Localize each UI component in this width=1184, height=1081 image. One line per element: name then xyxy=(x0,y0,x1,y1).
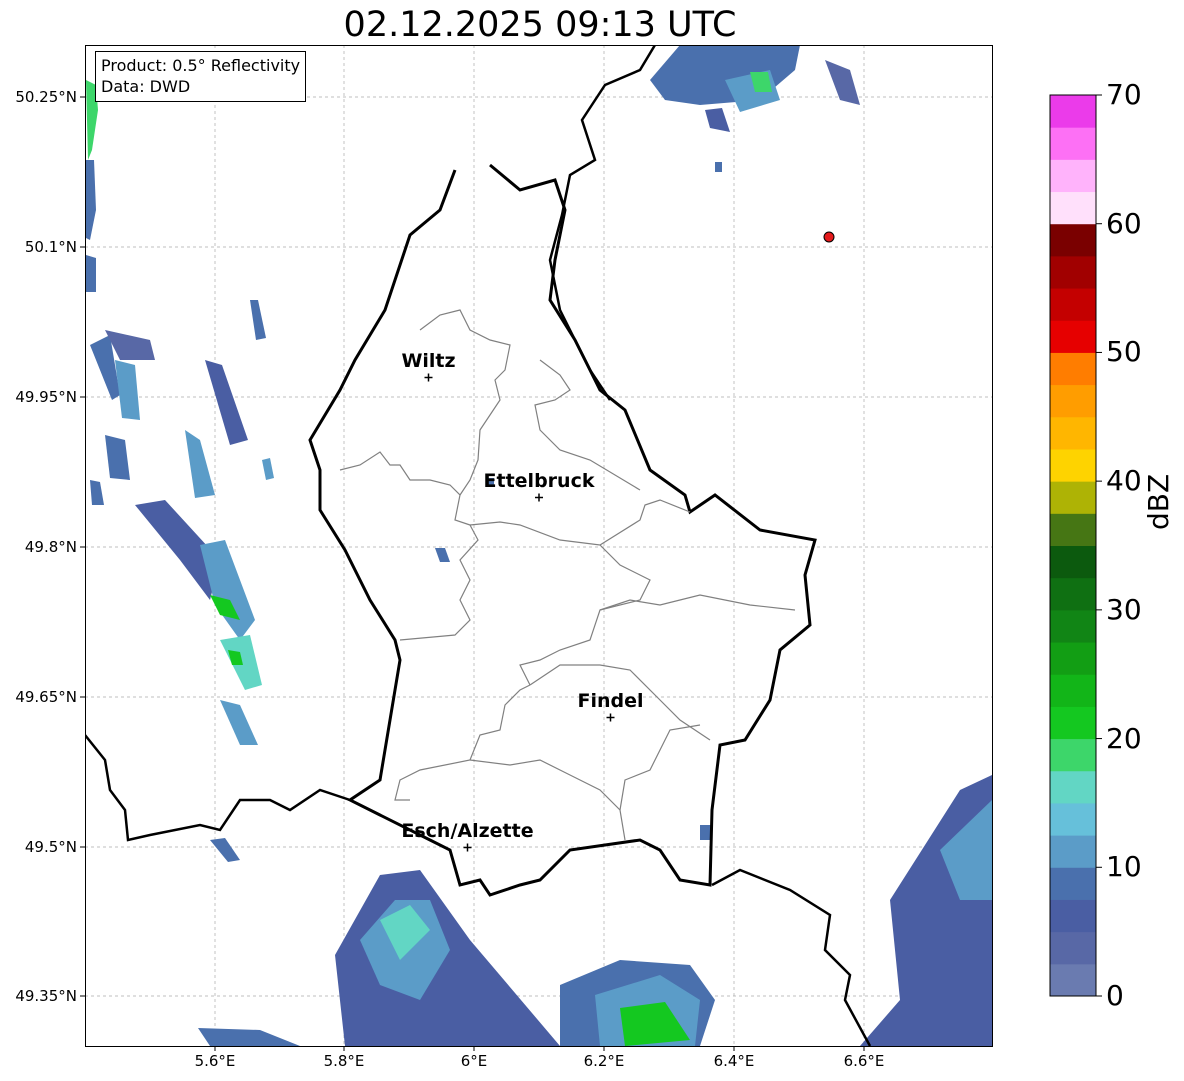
colorbar-segment xyxy=(1050,577,1096,611)
y-axis-ticks xyxy=(80,96,85,997)
colorbar-segment xyxy=(1050,127,1096,160)
colorbar-segment xyxy=(1050,159,1096,193)
colorbar-segment xyxy=(1050,899,1096,933)
colorbar-label: 0 xyxy=(1106,979,1124,1012)
colorbar-segment xyxy=(1050,802,1096,836)
colorbar-segment xyxy=(1050,223,1096,257)
border-east xyxy=(548,45,657,401)
colorbar-unit-label: dBZ xyxy=(1142,473,1175,530)
colorbar-segment xyxy=(1050,95,1096,128)
colorbar-segment xyxy=(1050,448,1096,482)
city-label: Esch/Alzette xyxy=(401,819,534,842)
colorbar-label: 30 xyxy=(1106,592,1142,626)
colorbar-label: 40 xyxy=(1106,464,1142,498)
colorbar-segment xyxy=(1050,867,1096,900)
city-label: Ettelbruck xyxy=(483,469,595,492)
colorbar xyxy=(1049,94,1102,997)
colorbar-segment xyxy=(1050,191,1096,225)
colorbar-label: 50 xyxy=(1106,335,1142,369)
city-marker xyxy=(535,493,543,502)
city-marker xyxy=(606,713,615,722)
colorbar-segment xyxy=(1050,513,1096,546)
city-marker xyxy=(463,843,472,852)
city-marker xyxy=(424,373,433,382)
colorbar-segment xyxy=(1050,770,1096,804)
x-tick-label: 5.6°E xyxy=(194,1052,236,1070)
colorbar-label: 60 xyxy=(1106,206,1142,240)
colorbar-segment xyxy=(1050,416,1096,450)
radar-map[interactable] xyxy=(0,0,1184,1081)
colorbar-segment xyxy=(1050,706,1096,740)
x-tick-label: 6°E xyxy=(460,1052,488,1070)
y-tick-label: 49.5°N xyxy=(24,838,77,856)
colorbar-label: 70 xyxy=(1106,78,1142,111)
x-tick-label: 6.4°E xyxy=(713,1052,755,1070)
y-tick-label: 50.25°N xyxy=(15,88,77,106)
x-tick-label: 6.6°E xyxy=(843,1052,885,1070)
colorbar-segment xyxy=(1050,738,1096,772)
colorbar-segment xyxy=(1050,545,1096,579)
y-tick-label: 50.1°N xyxy=(24,238,77,256)
location-marker xyxy=(823,231,835,243)
border-southwest xyxy=(85,734,381,842)
y-tick-label: 49.35°N xyxy=(15,987,77,1005)
colorbar-segment xyxy=(1050,674,1096,707)
city-markers xyxy=(424,373,615,852)
x-tick-label: 6.2°E xyxy=(583,1052,625,1070)
colorbar-segment xyxy=(1050,255,1096,289)
colorbar-label: 10 xyxy=(1106,850,1142,884)
y-tick-label: 49.65°N xyxy=(15,688,77,706)
city-label: Findel xyxy=(577,689,644,712)
y-tick-label: 49.8°N xyxy=(24,538,77,556)
colorbar-segment xyxy=(1050,835,1096,868)
radar-echoes xyxy=(86,45,992,1046)
colorbar-segment xyxy=(1050,320,1096,353)
border-luxembourg xyxy=(308,163,817,897)
data-source-label: Data: DWD xyxy=(101,77,191,96)
colorbar-segment xyxy=(1050,963,1096,997)
colorbar-label: 20 xyxy=(1106,721,1142,755)
product-info-box: Product: 0.5° Reflectivity Data: DWD xyxy=(95,51,307,102)
y-tick-label: 49.95°N xyxy=(15,388,77,406)
canton-borders xyxy=(339,309,796,841)
x-tick-label: 5.8°E xyxy=(323,1052,365,1070)
city-label: Wiltz xyxy=(401,349,456,372)
colorbar-segment xyxy=(1050,352,1096,386)
colorbar-segment xyxy=(1050,609,1096,643)
product-label: Product: 0.5° Reflectivity xyxy=(101,56,301,75)
colorbar-segment xyxy=(1050,384,1096,418)
colorbar-segment xyxy=(1050,931,1096,965)
colorbar-segment xyxy=(1050,642,1096,675)
colorbar-segment xyxy=(1050,481,1096,514)
colorbar-segment xyxy=(1050,288,1096,321)
border-southeast xyxy=(711,868,872,1046)
